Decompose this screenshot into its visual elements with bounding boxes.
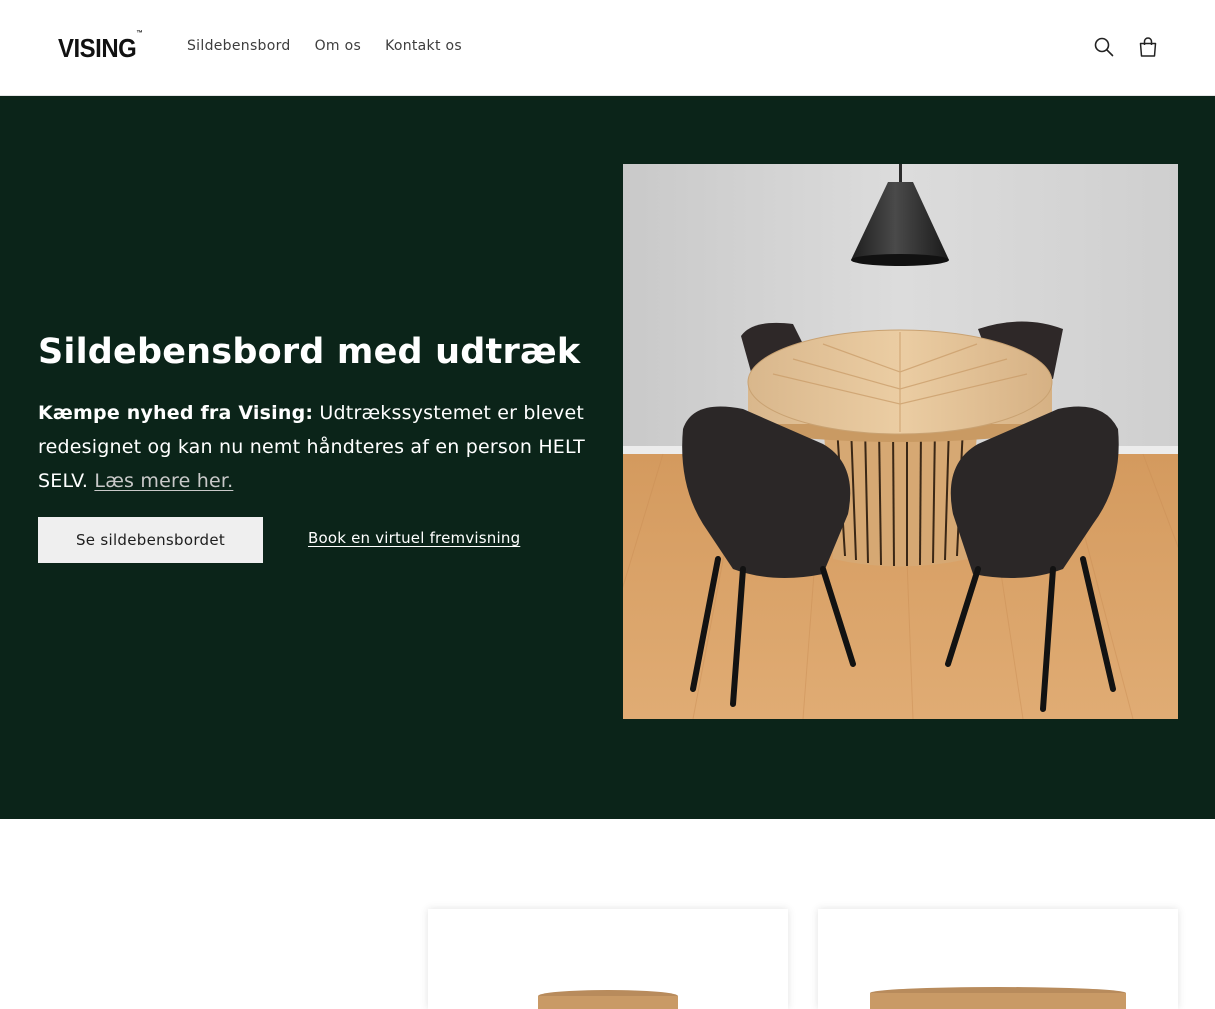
product-image	[538, 990, 678, 1009]
product-card[interactable]	[428, 909, 788, 1009]
logo-trademark: ™	[136, 30, 143, 38]
read-more-link[interactable]: Læs mere her.	[94, 470, 233, 492]
products-section	[0, 819, 1215, 1009]
hero-description: Kæmpe nyhed fra Vising: Udtrækssystemet …	[38, 396, 593, 498]
product-card[interactable]	[818, 909, 1178, 1009]
hero-text-bold: Kæmpe nyhed fra Vising:	[38, 402, 314, 424]
nav-item-kontakt-os[interactable]: Kontakt os	[385, 38, 462, 54]
book-virtual-showing-link[interactable]: Book en virtuel fremvisning	[308, 529, 520, 547]
logo[interactable]: VISING™	[58, 30, 143, 64]
search-icon[interactable]	[1090, 33, 1118, 61]
product-image	[870, 987, 1126, 1009]
nav-item-om-os[interactable]: Om os	[315, 38, 361, 54]
cart-icon[interactable]	[1134, 33, 1162, 61]
site-header: VISING™ Sildebensbord Om os Kontakt os	[0, 0, 1215, 96]
main-nav: Sildebensbord Om os Kontakt os	[187, 38, 486, 54]
hero-title: Sildebensbord med udtræk	[38, 332, 581, 372]
nav-item-sildebensbord[interactable]: Sildebensbord	[187, 38, 291, 54]
hero-section: Sildebensbord med udtræk Kæmpe nyhed fra…	[0, 96, 1215, 819]
hero-product-image	[623, 164, 1178, 719]
see-table-button[interactable]: Se sildebensbordet	[38, 517, 263, 563]
